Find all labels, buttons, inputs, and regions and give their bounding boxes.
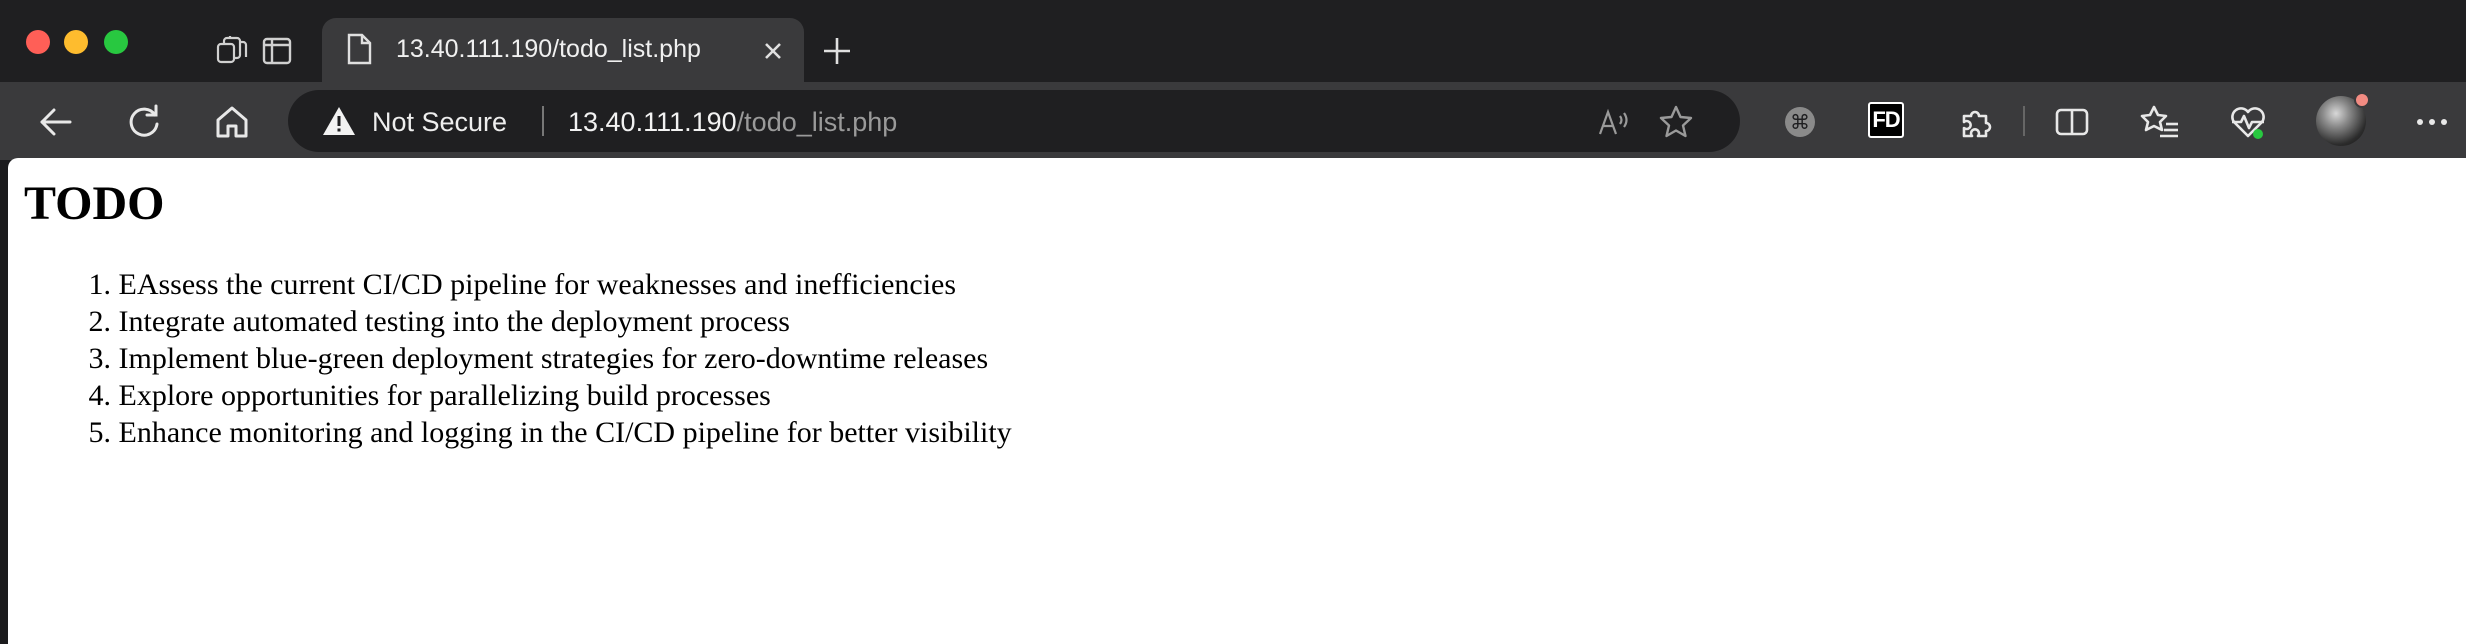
todo-item-text: Enhance monitoring and logging in the CI… [118,416,1012,449]
todo-item-number: 5. [88,416,112,449]
profile-badge [2354,92,2370,108]
todo-item-number: 1. [88,268,112,301]
favorite-star-icon[interactable] [1658,104,1694,140]
url-text[interactable]: 13.40.111.190/todo_list.php [568,107,897,138]
browser-window: 13.40.111.190/todo_list.php Not Secure 1… [0,0,2466,644]
url-path: /todo_list.php [736,107,898,137]
todo-item-number: 2. [88,305,112,338]
todo-item: 2. Integrate automated testing into the … [64,303,1012,340]
page-viewport: TODO 1. EAssess the current CI/CD pipeli… [8,158,2466,644]
toolbar-divider [2023,106,2025,136]
read-aloud-icon[interactable] [1596,104,1632,140]
close-tab-icon[interactable] [760,38,786,64]
extensions-puzzle-icon[interactable] [1956,102,1996,142]
todo-item: 5. Enhance monitoring and logging in the… [64,414,1012,451]
fd-extension-icon[interactable]: FD [1868,102,1904,138]
todo-item-number: 4. [88,379,112,412]
todo-item: 1. EAssess the current CI/CD pipeline fo… [64,266,1012,303]
tab-strip: 13.40.111.190/todo_list.php [0,0,2466,82]
address-bar[interactable]: Not Secure 13.40.111.190/todo_list.php [288,90,1740,152]
refresh-icon[interactable] [124,102,164,142]
window-close-button[interactable] [26,30,50,54]
toolbar: Not Secure 13.40.111.190/todo_list.php ⌘ [0,82,2466,160]
svg-text:⌘: ⌘ [1790,110,1810,134]
home-icon[interactable] [212,102,252,142]
window-maximize-button[interactable] [104,30,128,54]
more-menu-icon[interactable] [2412,102,2452,142]
todo-item: 3. Implement blue-green deployment strat… [64,340,1012,377]
warning-icon[interactable] [322,106,356,136]
todo-item-text: Integrate automated testing into the dep… [118,305,790,338]
url-host: 13.40.111.190 [568,107,737,137]
security-label[interactable]: Not Secure [372,107,507,138]
page-heading: TODO [24,177,165,230]
window-minimize-button[interactable] [64,30,88,54]
todo-item-number: 3. [88,342,112,375]
vertical-tabs-icon[interactable] [260,34,294,68]
tab-title: 13.40.111.190/todo_list.php [396,35,701,63]
profile-avatar[interactable] [2316,92,2370,146]
todo-item-text: EAssess the current CI/CD pipeline for w… [118,268,957,301]
todo-list: 1. EAssess the current CI/CD pipeline fo… [64,266,1012,451]
tab-actions-icon[interactable] [214,34,248,68]
todo-item-text: Implement blue-green deployment strategi… [118,342,989,375]
tab-active[interactable]: 13.40.111.190/todo_list.php [322,18,804,82]
favorites-icon[interactable] [2140,102,2180,142]
split-screen-icon[interactable] [2052,102,2092,142]
command-extension-icon[interactable]: ⌘ [1780,102,1820,142]
address-divider [542,106,544,136]
back-icon[interactable] [36,102,76,142]
todo-item: 4. Explore opportunities for parallelizi… [64,377,1012,414]
browser-essentials-icon[interactable] [2228,102,2268,142]
new-tab-icon[interactable] [820,34,854,68]
page-icon [344,32,374,66]
todo-item-text: Explore opportunities for parallelizing … [118,379,771,412]
